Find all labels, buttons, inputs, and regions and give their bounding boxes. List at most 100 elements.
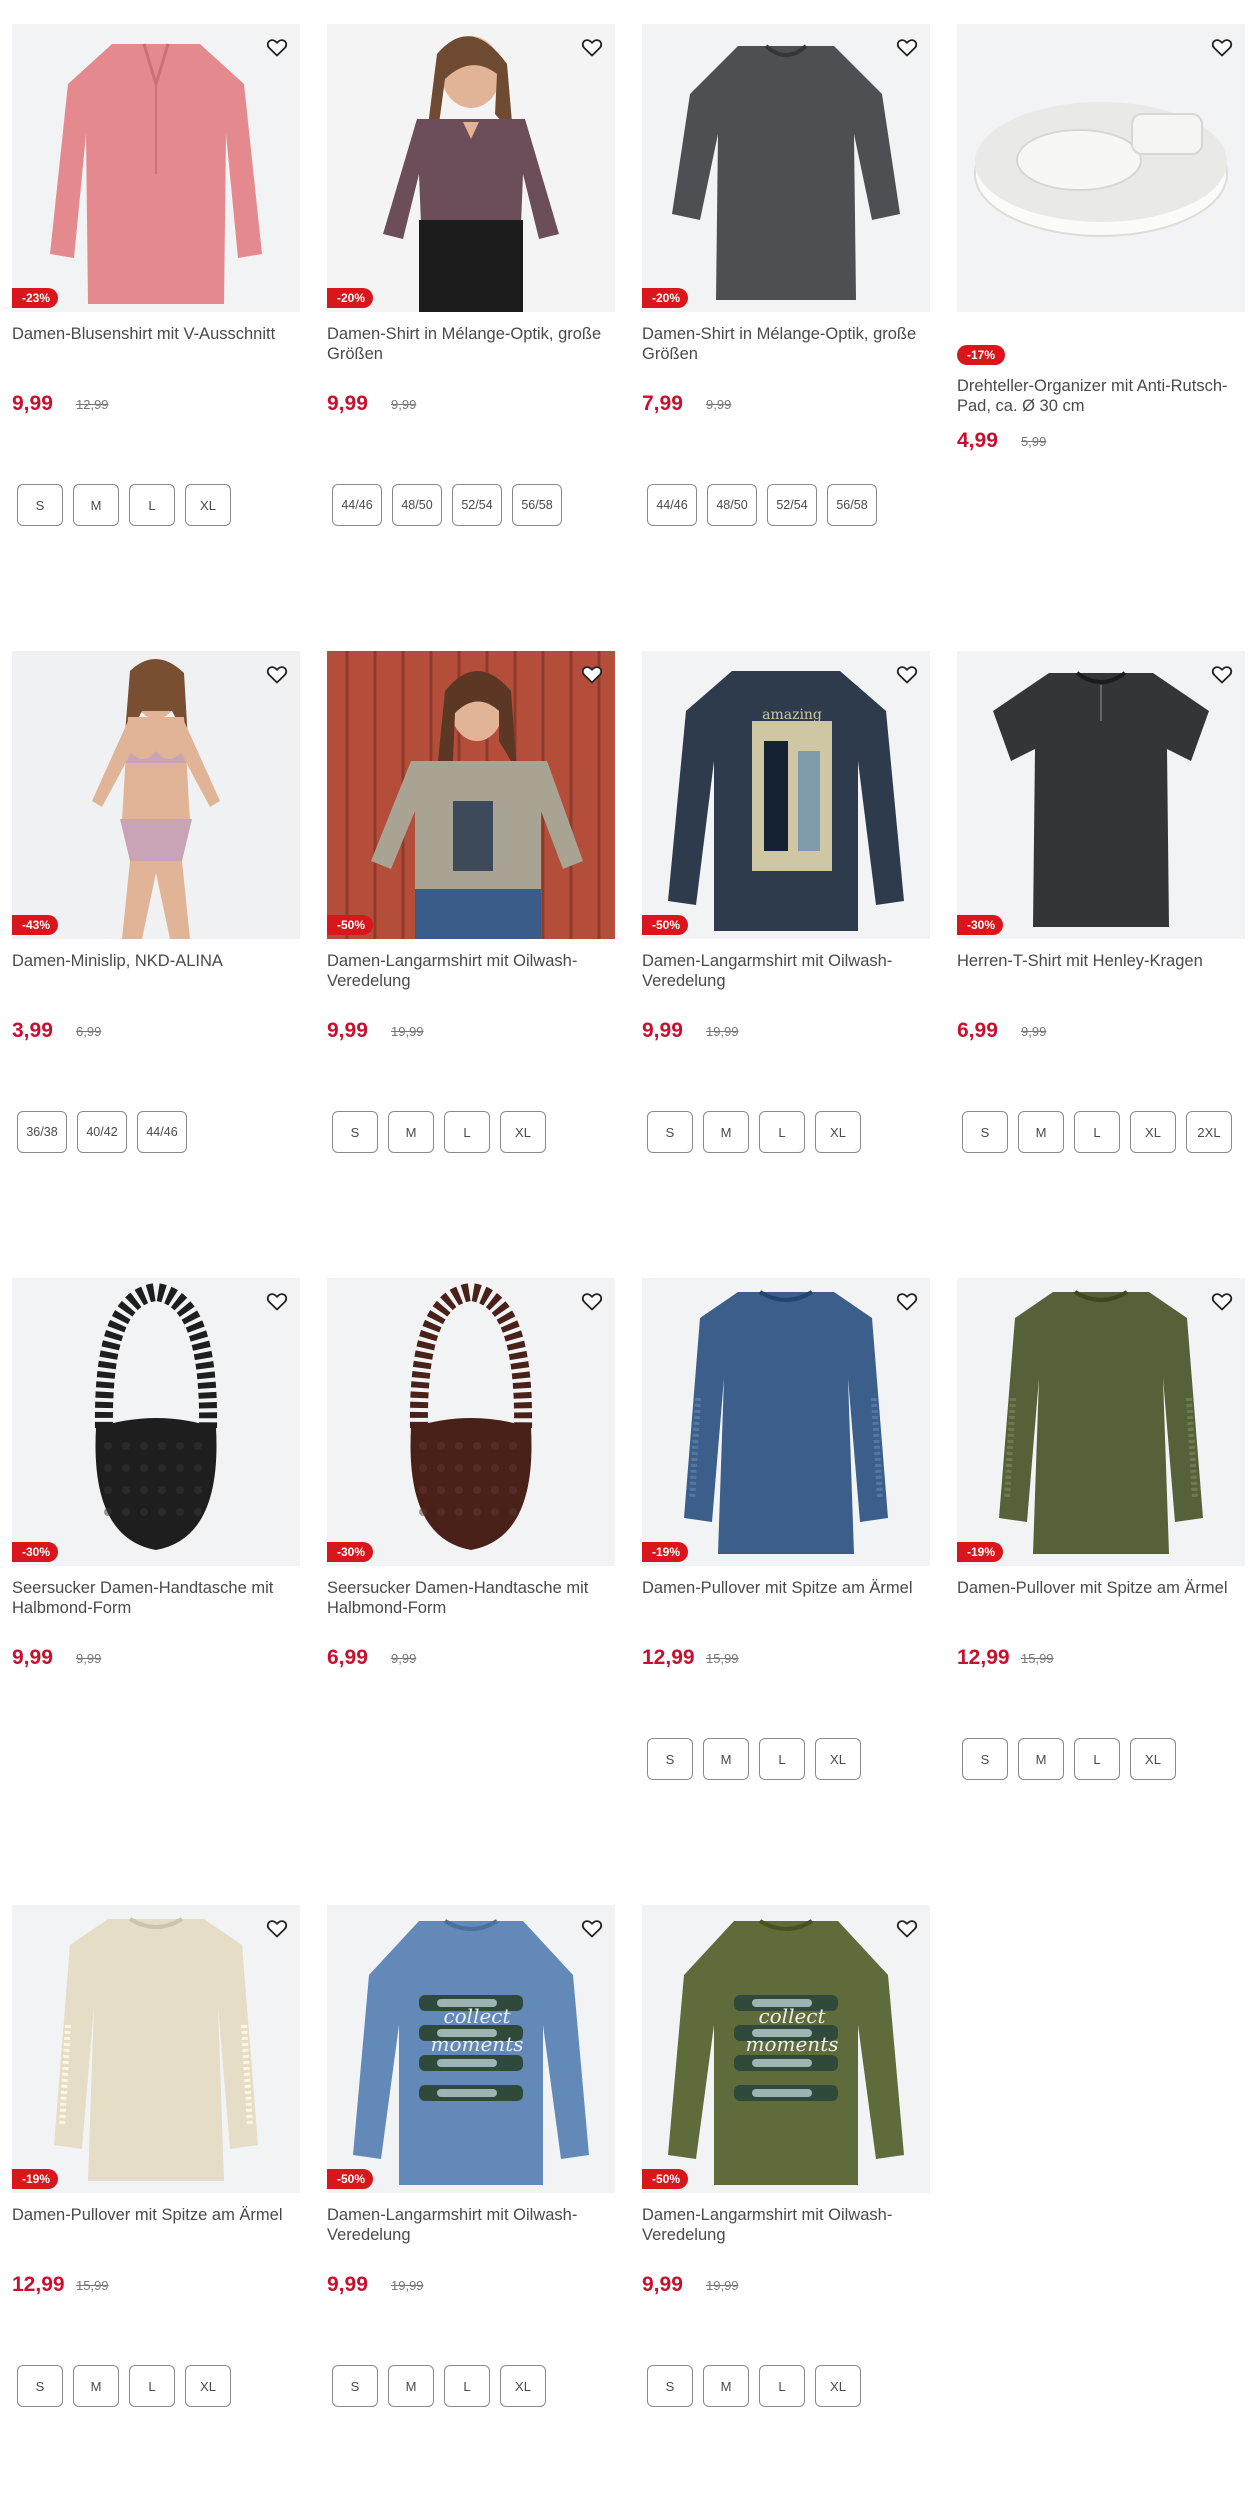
size-option[interactable]: L (759, 2365, 805, 2407)
product-image-container[interactable]: -19% (957, 1278, 1245, 1566)
product-card[interactable]: -30% Herren-T-Shirt mit Henley-Kragen 6,… (957, 651, 1245, 1251)
wishlist-heart-icon[interactable] (892, 659, 922, 689)
size-option[interactable]: XL (500, 1111, 546, 1153)
product-image-container[interactable]: -19% (12, 1905, 300, 2193)
size-option[interactable]: M (703, 2365, 749, 2407)
product-card[interactable]: amazing -50% Damen-Langarmshirt mit Oilw… (642, 651, 930, 1251)
product-image[interactable]: collect moments (327, 1905, 615, 2193)
product-image[interactable] (327, 24, 615, 312)
size-option[interactable]: 2XL (1186, 1111, 1232, 1153)
wishlist-heart-icon[interactable] (1207, 1286, 1237, 1316)
size-option[interactable]: S (17, 2365, 63, 2407)
size-option[interactable]: S (962, 1738, 1008, 1780)
size-option[interactable]: L (129, 484, 175, 526)
product-image-container[interactable]: -20% (642, 24, 930, 312)
product-card[interactable]: -30% Seersucker Damen-Handtasche mit Hal… (327, 1278, 615, 1878)
product-card[interactable]: -50% Damen-Langarmshirt mit Oilwash-Vere… (327, 651, 615, 1251)
wishlist-heart-icon[interactable] (577, 32, 607, 62)
size-option[interactable]: XL (815, 1738, 861, 1780)
product-image[interactable] (12, 1905, 300, 2193)
wishlist-heart-icon[interactable] (892, 1286, 922, 1316)
product-card[interactable]: collect moments -50% Damen-Langarmshirt m… (327, 1905, 615, 2505)
size-option[interactable]: 48/50 (392, 484, 442, 526)
size-option[interactable]: XL (1130, 1738, 1176, 1780)
product-card[interactable]: -30% Seersucker Damen-Handtasche mit Hal… (12, 1278, 300, 1878)
product-image-container[interactable] (957, 24, 1245, 312)
product-title[interactable]: Damen-Blusenshirt mit V-Ausschnitt (12, 324, 300, 344)
size-option[interactable]: 52/54 (767, 484, 817, 526)
size-option[interactable]: 48/50 (707, 484, 757, 526)
product-image-container[interactable]: -50% (327, 651, 615, 939)
size-option[interactable]: M (703, 1738, 749, 1780)
size-option[interactable]: XL (185, 2365, 231, 2407)
product-card[interactable]: -19% Damen-Pullover mit Spitze am Ärmel … (642, 1278, 930, 1878)
product-card[interactable]: -43% Damen-Minislip, NKD-ALINA 3,99 6,99… (12, 651, 300, 1251)
product-title[interactable]: Damen-Pullover mit Spitze am Ärmel (12, 2205, 300, 2225)
product-image[interactable] (12, 651, 300, 939)
size-option[interactable]: M (1018, 1111, 1064, 1153)
product-title[interactable]: Damen-Shirt in Mélange-Optik, große Größ… (642, 324, 930, 364)
size-option[interactable]: S (962, 1111, 1008, 1153)
product-title[interactable]: Damen-Minislip, NKD-ALINA (12, 951, 300, 971)
wishlist-heart-icon[interactable] (577, 659, 607, 689)
product-title[interactable]: Damen-Pullover mit Spitze am Ärmel (957, 1578, 1245, 1598)
product-image-container[interactable]: amazing -50% (642, 651, 930, 939)
product-card[interactable]: collect moments -50% Damen-Langarmshirt m… (642, 1905, 930, 2505)
size-option[interactable]: XL (500, 2365, 546, 2407)
size-option[interactable]: XL (815, 2365, 861, 2407)
size-option[interactable]: M (703, 1111, 749, 1153)
product-title[interactable]: Damen-Langarmshirt mit Oilwash-Veredelun… (327, 2205, 615, 2245)
product-image[interactable] (957, 1278, 1245, 1566)
product-image[interactable]: amazing (642, 651, 930, 939)
size-option[interactable]: M (1018, 1738, 1064, 1780)
size-option[interactable]: S (647, 1111, 693, 1153)
product-title[interactable]: Damen-Langarmshirt mit Oilwash-Veredelun… (642, 951, 930, 991)
product-title[interactable]: Herren-T-Shirt mit Henley-Kragen (957, 951, 1245, 971)
product-image[interactable]: collect moments (642, 1905, 930, 2193)
product-image[interactable] (327, 1278, 615, 1566)
product-image-container[interactable]: -20% (327, 24, 615, 312)
size-option[interactable]: 36/38 (17, 1111, 67, 1153)
product-title[interactable]: Damen-Shirt in Mélange-Optik, große Größ… (327, 324, 615, 364)
product-card[interactable]: -19% Damen-Pullover mit Spitze am Ärmel … (957, 1278, 1245, 1878)
product-title[interactable]: Damen-Pullover mit Spitze am Ärmel (642, 1578, 930, 1598)
product-title[interactable]: Seersucker Damen-Handtasche mit Halbmond… (12, 1578, 300, 1618)
size-option[interactable]: 52/54 (452, 484, 502, 526)
product-image-container[interactable]: -30% (327, 1278, 615, 1566)
size-option[interactable]: 40/42 (77, 1111, 127, 1153)
size-option[interactable]: M (388, 2365, 434, 2407)
size-option[interactable]: 56/58 (827, 484, 877, 526)
product-image-container[interactable]: collect moments -50% (642, 1905, 930, 2193)
product-card[interactable]: -20% Damen-Shirt in Mélange-Optik, große… (327, 24, 615, 624)
wishlist-heart-icon[interactable] (577, 1913, 607, 1943)
wishlist-heart-icon[interactable] (892, 1913, 922, 1943)
size-option[interactable]: S (332, 2365, 378, 2407)
size-option[interactable]: S (332, 1111, 378, 1153)
product-title[interactable]: Damen-Langarmshirt mit Oilwash-Veredelun… (327, 951, 615, 991)
size-option[interactable]: XL (1130, 1111, 1176, 1153)
size-option[interactable]: L (444, 1111, 490, 1153)
wishlist-heart-icon[interactable] (577, 1286, 607, 1316)
wishlist-heart-icon[interactable] (262, 1286, 292, 1316)
product-title[interactable]: Seersucker Damen-Handtasche mit Halbmond… (327, 1578, 615, 1618)
wishlist-heart-icon[interactable] (262, 659, 292, 689)
size-option[interactable]: L (759, 1111, 805, 1153)
wishlist-heart-icon[interactable] (1207, 659, 1237, 689)
product-image[interactable] (642, 24, 930, 312)
size-option[interactable]: M (388, 1111, 434, 1153)
size-option[interactable]: 44/46 (137, 1111, 187, 1153)
wishlist-heart-icon[interactable] (892, 32, 922, 62)
size-option[interactable]: L (1074, 1738, 1120, 1780)
product-image-container[interactable]: -30% (12, 1278, 300, 1566)
size-option[interactable]: XL (815, 1111, 861, 1153)
size-option[interactable]: S (17, 484, 63, 526)
product-image[interactable] (957, 24, 1245, 312)
product-image[interactable] (12, 24, 300, 312)
size-option[interactable]: S (647, 2365, 693, 2407)
size-option[interactable]: 44/46 (647, 484, 697, 526)
wishlist-heart-icon[interactable] (1207, 32, 1237, 62)
size-option[interactable]: L (129, 2365, 175, 2407)
size-option[interactable]: L (759, 1738, 805, 1780)
product-image-container[interactable]: -19% (642, 1278, 930, 1566)
size-option[interactable]: S (647, 1738, 693, 1780)
